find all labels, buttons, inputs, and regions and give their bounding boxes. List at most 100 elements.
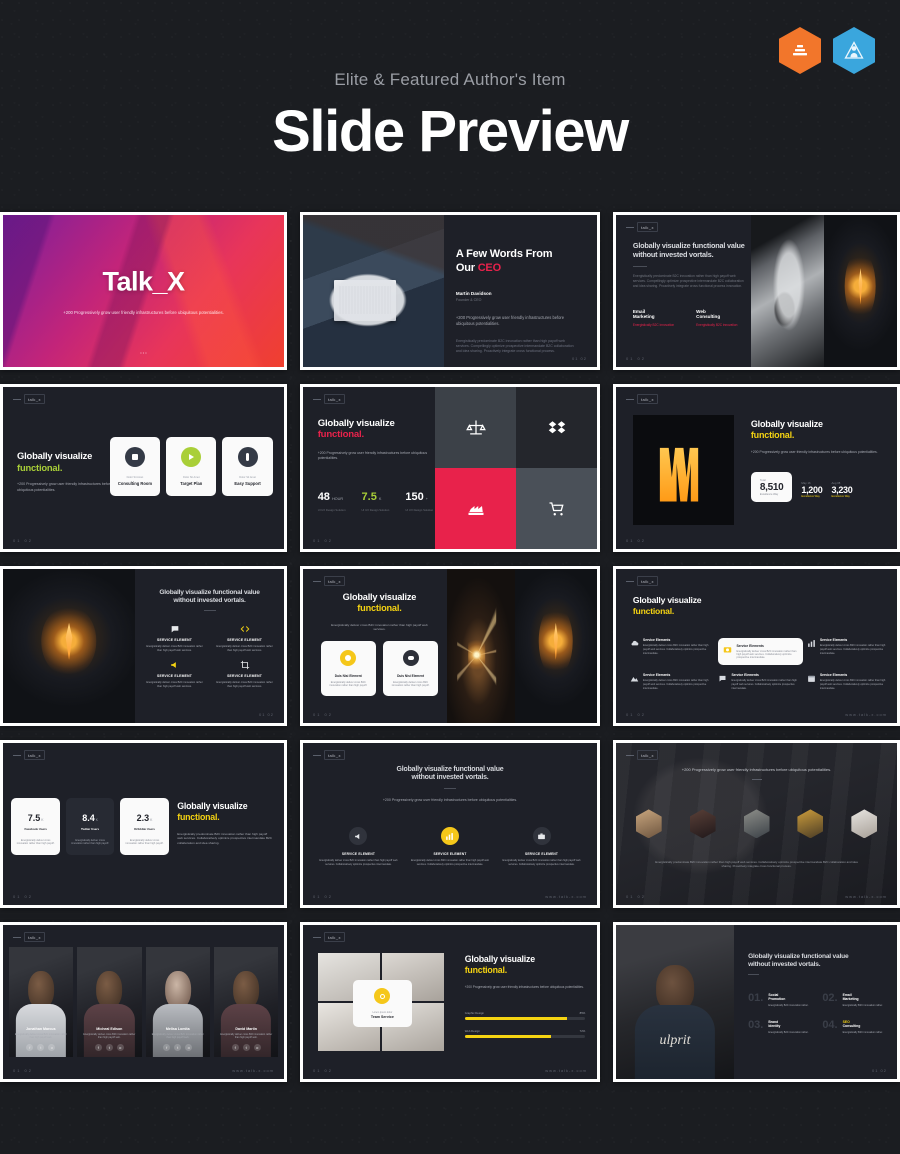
- slide-thumb-1[interactable]: Talk_X +200 Progressively grow user frie…: [0, 212, 287, 370]
- slide15-item-2: 02. Email Marketing Energistically B2C i…: [822, 991, 883, 1007]
- slide3-body: Energistically predominate B2C innovatio…: [632, 274, 744, 289]
- slide-thumb-3[interactable]: talk_x Globally visualize functional val…: [613, 212, 900, 370]
- cloud-upload-icon: [631, 641, 639, 646]
- slide7-item-4: SERVICE ELEMENT Energistically deliver c…: [214, 660, 276, 689]
- slide5-brand: talk_x: [313, 394, 345, 404]
- slide7-item-1: SERVICE ELEMENT Energistically deliver c…: [144, 624, 206, 653]
- slide-thumb-7[interactable]: Globally visualize functional value with…: [0, 566, 287, 726]
- slide10-brand: talk_x: [13, 750, 45, 760]
- slide8-brand: talk_x: [313, 576, 345, 586]
- camera-icon: [724, 647, 732, 653]
- slide9-item-2[interactable]: Service Elements Energistically deliver …: [718, 638, 803, 666]
- slide14-overlay-card[interactable]: Lorem ipsum dolor Team Service: [352, 980, 412, 1028]
- slide-thumb-13[interactable]: talk_x Jonathan Marcus Energistically de…: [0, 922, 287, 1082]
- slide-thumb-5[interactable]: talk_x Globally visualize functional. +2…: [300, 384, 600, 552]
- slide2-person: Martin Davidson: [455, 291, 492, 297]
- tile-dropbox: [516, 387, 597, 468]
- slide7-title-1: Globally visualize functional value: [159, 589, 260, 597]
- monitor-icon: [131, 454, 138, 461]
- slide9-brand: talk_x: [626, 576, 658, 586]
- page-header: Elite & Featured Author's Item Slide Pre…: [0, 0, 900, 212]
- slide13-brand: talk_x: [13, 932, 45, 942]
- slide6-headline: Globally visualize: [750, 419, 823, 430]
- slide2-pager: 01 02: [571, 356, 587, 361]
- slide4-card-3[interactable]: Dolor Sit Amet Easy Support: [222, 437, 273, 497]
- team-member-4[interactable]: David Martin Energistically deliver cros…: [213, 946, 279, 1058]
- slide4-lead: +200 Progressively grow user friendly in…: [17, 482, 113, 492]
- slide14-bar-2: Web Design 72%: [464, 1029, 586, 1039]
- megaphone-icon: [355, 833, 360, 839]
- slide10-card-2[interactable]: 8.4K Twitter Users Energistically delive…: [65, 798, 115, 856]
- slide5-headline: Globally visualize: [317, 417, 395, 429]
- megaphone-icon: [170, 662, 176, 669]
- slide-thumb-14[interactable]: talk_x Lorem ipsum dolor Team Service Gl…: [300, 922, 600, 1082]
- slide5-pager: 01 02: [313, 538, 334, 543]
- slide9-pager-right: www.talk-x.com: [845, 712, 887, 717]
- team-member-3[interactable]: Melisa Lomita Energistically deliver cro…: [145, 946, 210, 1058]
- slide10-headline-accent: functional.: [177, 812, 220, 823]
- slide3-item-2: Web Consulting Energistically B2C innova…: [696, 308, 738, 327]
- slide-thumb-8[interactable]: talk_x Globally visualize functional. En…: [300, 566, 600, 726]
- slide14-headline: Globally visualize: [464, 954, 535, 965]
- briefcase-icon: [538, 833, 545, 839]
- slide8-pager: 01 02: [313, 712, 334, 717]
- slide-thumb-11[interactable]: talk_x Globally visualize functional val…: [300, 740, 600, 908]
- slide12-brand: talk_x: [626, 750, 658, 760]
- slide15-item-4: 04. SEO Consulting Energistically B2C in…: [822, 1018, 883, 1034]
- slide14-pager: 01 02: [313, 1068, 334, 1073]
- slide10-card-1[interactable]: 7.5K Facebook Users Energistically deliv…: [11, 798, 60, 856]
- slide11-pager: 01 02: [313, 894, 334, 899]
- slide8-body: Energistically deliver cross B2C innovat…: [331, 622, 428, 632]
- slide2-role: Founder & CEO: [455, 298, 482, 303]
- slide4-card-2[interactable]: Dolor Sit Amet Target Plan: [166, 437, 217, 497]
- slide2-lead: +200 Progressively grow user friendly in…: [455, 315, 565, 327]
- slide6-stat-1[interactable]: Total 8,510 Excellence Way: [750, 472, 793, 503]
- slide8-card-2[interactable]: Duis Nisi Element Energistically deliver…: [382, 641, 439, 697]
- slide11-title-1: Globally visualize functional value: [396, 765, 504, 773]
- slide13-pager: 01 02: [13, 1068, 34, 1073]
- slide2-title-2: Our: [455, 261, 478, 274]
- slide15-item-1: 01. Social Promotion Energistically B2C …: [748, 991, 809, 1007]
- slide11-item-2: SERVICE ELEMENT Energistically deliver c…: [409, 827, 491, 867]
- avatar-1: [635, 809, 662, 839]
- slide1-dots: • • •: [140, 350, 147, 355]
- tile-balance: [435, 387, 517, 468]
- featured-author-badge[interactable]: [833, 27, 875, 74]
- slide3-item-1: Email Marketing Energistically B2C innov…: [632, 308, 675, 327]
- slide4-headline-accent: functional.: [17, 461, 63, 473]
- team-member-1[interactable]: Jonathan Marcus Energistically deliver c…: [8, 946, 74, 1058]
- person-triangle-icon: [844, 40, 864, 59]
- slide15-title-1: Globally visualize functional value: [748, 952, 849, 960]
- chat-bubble-icon: [719, 676, 726, 682]
- slide13-pager-right: www.talk-x.com: [232, 1068, 274, 1073]
- team-member-2[interactable]: Micheal Edison Energistically deliver cr…: [77, 946, 142, 1058]
- slide8-card-1[interactable]: Duis Nisi Element Energistically deliver…: [320, 641, 376, 697]
- cloud-icon: [407, 656, 414, 661]
- slide-thumb-15[interactable]: ulprit Globally visualize functional val…: [613, 922, 900, 1082]
- slide5-lead: +200 Progressively grow user friendly in…: [317, 451, 428, 461]
- slide-thumb-10[interactable]: talk_x 7.5K Facebook Users Energisticall…: [0, 740, 287, 908]
- slide9-item-4: Service Elements Energistically deliver …: [630, 673, 714, 690]
- slide14-lead: +200 Progressively grow user friendly in…: [464, 984, 584, 989]
- slide11-item-1: SERVICE ELEMENT Energistically deliver c…: [318, 827, 400, 867]
- slide9-item-5: Service Elements Energistically deliver …: [718, 673, 802, 690]
- elite-author-badge[interactable]: [779, 27, 821, 74]
- tile-factory: [435, 468, 517, 549]
- slide-thumb-6[interactable]: talk_x Globally visualize functional. +2…: [613, 384, 900, 552]
- slide9-item-1: Service Elements Energistically deliver …: [630, 638, 714, 665]
- slide10-card-3[interactable]: 2.3K Dribbble Users Energistically deliv…: [120, 798, 169, 856]
- slide14-headline-accent: functional.: [464, 964, 507, 975]
- slide-thumb-12[interactable]: talk_x +200 Progressively grow user frie…: [613, 740, 900, 908]
- calendar-icon: [808, 676, 815, 683]
- avatar-5: [851, 809, 878, 839]
- crop-icon: [240, 661, 249, 670]
- slide-thumb-2[interactable]: A Few Words From Our CEO Martin Davidson…: [300, 212, 600, 370]
- chart-bar-icon: [808, 640, 815, 648]
- slide11-brand: talk_x: [313, 750, 345, 760]
- slide-thumb-4[interactable]: talk_x Globally visualize functional. +2…: [0, 384, 287, 552]
- slide15-item-3: 03. Brand Identity Energistically B2C in…: [748, 1018, 809, 1034]
- slide-thumb-9[interactable]: talk_x Globally visualize functional. Se…: [613, 566, 900, 726]
- idea-icon: [345, 655, 352, 662]
- layers-icon: [793, 44, 807, 55]
- slide4-card-1[interactable]: Dolor Sit Amet Consulting Room: [109, 437, 161, 497]
